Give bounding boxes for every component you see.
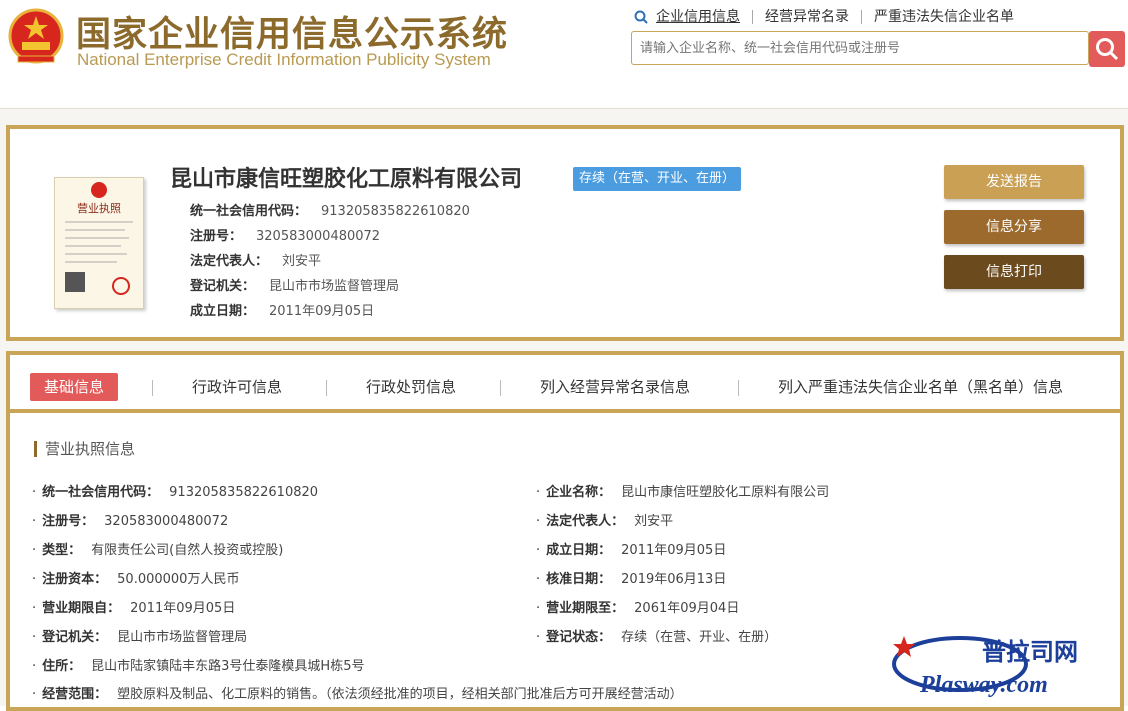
founded-value: 2011年09月05日 [269,304,375,319]
print-button[interactable]: 信息打印 [944,255,1084,289]
license-illustration: 营业执照 [65,182,133,295]
detail-row: · 统一社会信用代码： 913205835822610820 [32,485,319,500]
company-summary-card: 营业执照 昆山市康信旺塑胶化工原料有限公司 存续（在营、开业、在册） 统一社会信… [6,125,1124,341]
detail-label: 类型： [42,543,82,558]
credit-code-value: 913205835822610820 [321,204,470,219]
section-title: 营业执照信息 [34,441,135,457]
tab-separator [738,380,739,396]
detail-row: · 营业期限至： 2061年09月04日 [536,601,740,616]
tab-basic-info[interactable]: 基础信息 [30,373,119,401]
status-badge: 存续（在营、开业、在册） [573,167,742,191]
detail-value: 塑胶原料及制品、化工原料的销售。（依法须经批准的项目，经相关部门批准后方可开展经… [117,687,683,702]
detail-label: 企业名称： [546,485,612,500]
credit-code-label: 统一社会信用代码： [190,204,308,219]
detail-label: 法定代表人： [546,514,625,529]
tab-separator [326,380,327,396]
detail-label: 登记机关： [42,630,108,645]
credit-code-line: 统一社会信用代码： 913205835822610820 [190,200,470,219]
detail-row: · 注册号： 320583000480072 [32,514,229,529]
detail-value: 320583000480072 [104,514,229,529]
site-title-en: National Enterprise Credit Information P… [77,50,491,69]
site-header: 国家企业信用信息公示系统 National Enterprise Credit … [0,0,1128,108]
search-button[interactable] [1089,31,1125,67]
detail-row: · 企业名称： 昆山市康信旺塑胶化工原料有限公司 [536,485,830,500]
tab-admin-license[interactable]: 行政许可信息 [192,373,282,401]
detail-value: 2011年09月05日 [130,601,236,616]
search-icon [634,10,648,24]
top-nav: 企业信用信息 经营异常名录 严重违法失信企业名单 [634,10,1026,24]
detail-row: · 登记状态： 存续（在营、开业、在册） [536,630,778,645]
detail-value: 昆山市陆家镇陆丰东路3号仕泰隆模具城H栋5号 [91,659,365,674]
detail-row: · 营业期限自： 2011年09月05日 [32,601,236,616]
search-icon [1096,38,1119,61]
business-license-image: 营业执照 [54,177,144,309]
detail-value: 有限责任公司(自然人投资或控股) [91,543,284,558]
reg-no-value: 320583000480072 [256,229,381,244]
detail-label: 经营范围： [42,687,108,702]
detail-label: 营业期限至： [546,601,625,616]
detail-row: · 登记机关： 昆山市市场监督管理局 [32,630,248,645]
tab-bar: 基础信息 行政许可信息 行政处罚信息 列入经营异常名录信息 列入严重违法失信企业… [10,355,1120,413]
detail-label: 住所： [42,659,82,674]
detail-row: · 注册资本： 50.000000万人民币 [32,572,240,587]
detail-row: · 住所： 昆山市陆家镇陆丰东路3号仕泰隆模具城H栋5号 [32,659,365,674]
detail-row: · 法定代表人： 刘安平 [536,514,674,529]
nav-abnormal-list[interactable]: 经营异常名录 [752,10,861,24]
detail-label: 核准日期： [546,572,612,587]
detail-label: 成立日期： [546,543,612,558]
detail-value: 刘安平 [634,514,674,529]
tab-separator [152,380,153,396]
detail-row: · 成立日期： 2011年09月05日 [536,543,727,558]
reg-no-label: 注册号： [190,229,243,244]
search-input[interactable] [632,33,1088,63]
legal-rep-label: 法定代表人： [190,254,269,269]
nav-blacklist[interactable]: 严重违法失信企业名单 [861,10,1026,24]
reg-no-line: 注册号： 320583000480072 [190,225,380,244]
tab-separator [500,380,501,396]
detail-value: 2011年09月05日 [621,543,727,558]
detail-value: 存续（在营、开业、在册） [621,630,778,645]
license-title: 营业执照 [77,201,121,215]
founded-line: 成立日期： 2011年09月05日 [190,300,374,319]
national-emblem-icon [8,8,64,64]
detail-value: 2061年09月04日 [634,601,740,616]
detail-value: 昆山市市场监督管理局 [117,630,248,645]
legal-rep-line: 法定代表人： 刘安平 [190,250,321,269]
detail-value: 昆山市康信旺塑胶化工原料有限公司 [621,485,830,500]
watermark-cn: 普拉司网 [982,638,1078,666]
authority-line: 登记机关： 昆山市市场监督管理局 [190,275,399,294]
detail-label: 注册资本： [42,572,108,587]
share-button[interactable]: 信息分享 [944,210,1084,244]
detail-value: 2019年06月13日 [621,572,727,587]
company-name: 昆山市康信旺塑胶化工原料有限公司 [170,167,523,192]
detail-label: 统一社会信用代码： [42,485,160,500]
authority-label: 登记机关： [190,279,256,294]
tab-blacklist[interactable]: 列入严重违法失信企业名单（黑名单）信息 [778,373,1063,401]
plasway-watermark-logo: 普拉司网 Plasway.com [892,636,1078,698]
legal-rep-value: 刘安平 [282,254,322,269]
tab-admin-penalty[interactable]: 行政处罚信息 [366,373,456,401]
founded-label: 成立日期： [190,304,256,319]
authority-value: 昆山市市场监督管理局 [269,279,400,294]
send-report-button[interactable]: 发送报告 [944,165,1084,199]
watermark-en: Plasway.com [919,672,1048,698]
detail-label: 注册号： [42,514,95,529]
detail-row: · 经营范围： 塑胶原料及制品、化工原料的销售。（依法须经批准的项目，经相关部门批准… [32,687,683,702]
search-box [631,31,1089,65]
detail-value: 913205835822610820 [169,485,319,500]
tab-abnormal-list[interactable]: 列入经营异常名录信息 [540,373,690,401]
detail-label: 登记状态： [546,630,612,645]
nav-credit-info[interactable]: 企业信用信息 [650,10,752,24]
detail-row: · 类型： 有限责任公司(自然人投资或控股) [32,543,284,558]
detail-label: 营业期限自： [42,601,121,616]
detail-value: 50.000000万人民币 [117,572,240,587]
detail-row: · 核准日期： 2019年06月13日 [536,572,727,587]
